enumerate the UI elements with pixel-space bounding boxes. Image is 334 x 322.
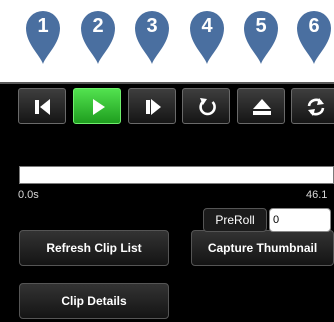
- marker-4: 4: [187, 6, 227, 66]
- step-forward-icon: [146, 99, 161, 115]
- clip-details-button[interactable]: Clip Details: [19, 283, 169, 319]
- marker-number: 1: [37, 15, 49, 37]
- marker-number: 4: [201, 15, 213, 37]
- timeline-start-label: 0.0s: [18, 189, 39, 201]
- marker-2: 2: [78, 6, 118, 66]
- marker-5: 5: [241, 6, 281, 66]
- play-button[interactable]: [73, 88, 121, 124]
- step-forward-button[interactable]: [128, 88, 176, 124]
- play-icon: [93, 99, 105, 115]
- timeline-scrubber[interactable]: [19, 166, 334, 184]
- refresh-clip-list-button[interactable]: Refresh Clip List: [19, 230, 169, 266]
- refresh-button[interactable]: [291, 88, 334, 124]
- marker-3: 3: [132, 6, 172, 66]
- marker-1: 1: [23, 6, 63, 66]
- loop-button[interactable]: [182, 88, 230, 124]
- step-back-icon: [35, 99, 50, 115]
- loop-icon: [199, 98, 216, 116]
- refresh-icon: [307, 98, 325, 116]
- capture-thumbnail-button[interactable]: Capture Thumbnail: [191, 230, 334, 266]
- step-back-button[interactable]: [18, 88, 66, 124]
- timeline-end-label: 46.1: [306, 189, 328, 201]
- eject-button[interactable]: [237, 88, 285, 124]
- preroll-input[interactable]: [269, 208, 331, 232]
- marker-number: 5: [255, 15, 267, 37]
- eject-icon: [253, 99, 271, 115]
- marker-number: 3: [146, 15, 158, 37]
- preroll-label: PreRoll: [203, 208, 267, 232]
- marker-number: 2: [92, 15, 104, 37]
- marker-number: 6: [308, 15, 320, 37]
- player-control-panel: 0.0s 46.1 Refresh Clip List Capture Thum…: [0, 82, 334, 322]
- marker-6: 6: [294, 6, 334, 66]
